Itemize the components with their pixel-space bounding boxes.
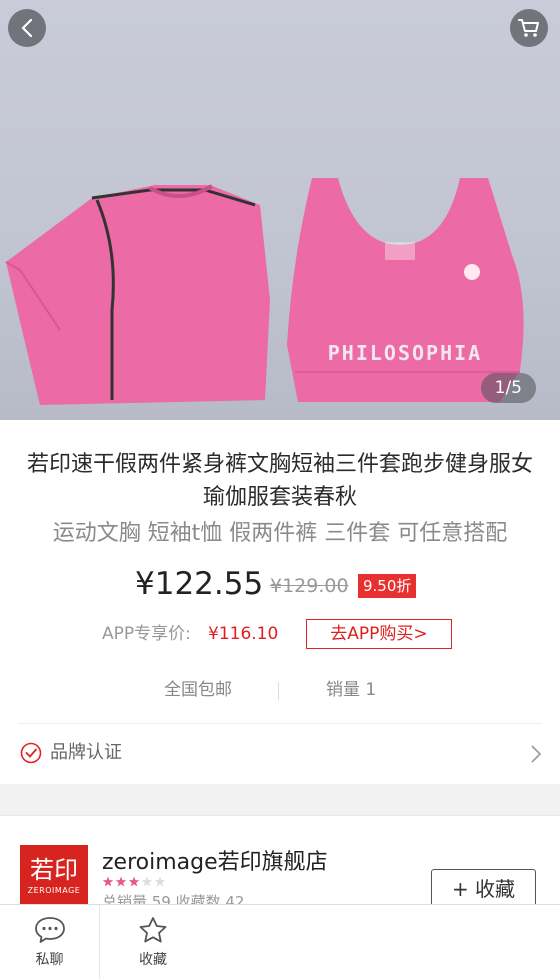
app-price-value: ¥116.10	[208, 624, 279, 644]
rating-star	[102, 876, 114, 887]
cart-icon	[518, 19, 539, 37]
shop-card[interactable]: 若印 ZEROIMAGE zeroimage若印旗舰店 总销量 59 收藏数 4…	[0, 816, 560, 916]
brand-certification-row[interactable]: 品牌认证	[0, 724, 560, 784]
back-button[interactable]	[8, 9, 46, 47]
bra-print-text: PHILOSOPHIA	[328, 341, 482, 365]
follow-shop-button[interactable]: + 收藏	[431, 869, 536, 909]
current-price: ¥122.55	[135, 566, 264, 602]
rating-star	[141, 876, 153, 887]
shop-logo-subtext: ZEROIMAGE	[27, 886, 81, 895]
shop-logo-text: 若印	[30, 856, 78, 884]
cart-button[interactable]	[510, 9, 548, 47]
shipping-info: 全国包邮	[164, 680, 232, 700]
section-gap	[0, 784, 560, 816]
app-price-label: APP专享价:	[102, 624, 191, 644]
check-circle-icon	[20, 742, 42, 764]
star-rating-icon	[102, 876, 166, 887]
rating-star	[115, 876, 127, 887]
shop-logo: 若印 ZEROIMAGE	[20, 845, 88, 913]
favorite-label: 收藏	[139, 952, 167, 968]
stats-divider	[278, 682, 279, 700]
open-app-button[interactable]: 去APP购买>	[306, 619, 452, 649]
product-subtitle: 运动文胸 短袖t恤 假两件裤 三件套 可任意搭配	[52, 521, 508, 546]
image-counter: 1/5	[480, 373, 536, 403]
product-title: 若印速干假两件紧身裤文胸短袖三件套跑步健身服女瑜伽服套装春秋	[26, 452, 533, 510]
rating-star	[128, 876, 140, 887]
shipping-sales-row: 全国包邮 销量 1	[0, 676, 560, 706]
discount-badge: 9.50折	[358, 574, 417, 598]
tshirt-graphic	[5, 184, 270, 405]
shop-name: zeroimage若印旗舰店	[102, 850, 328, 875]
price-row: ¥122.55 ¥129.00 9.50折	[0, 564, 560, 604]
product-photo: PHILOSOPHIA	[5, 178, 524, 405]
favorite-button[interactable]: 收藏	[101, 905, 205, 979]
chat-button[interactable]: 私聊	[0, 905, 100, 979]
chat-label: 私聊	[35, 952, 64, 968]
brand-cert-label: 品牌认证	[50, 742, 122, 763]
chat-bubble-icon	[34, 917, 65, 943]
shop-rating	[102, 876, 166, 888]
sales-count: 销量 1	[326, 680, 377, 700]
chevron-right-icon	[531, 745, 542, 763]
bottom-action-bar: 私聊 收藏	[0, 904, 560, 979]
product-detail-page: PHILOSOPHIA 1/5 若印速干假两件紧身裤文胸短袖三件套跑步健身服女瑜…	[0, 0, 560, 979]
original-price: ¥129.00	[270, 575, 349, 597]
chevron-left-icon	[21, 18, 33, 38]
app-price-row: APP专享价: ¥116.10 去APP购买>	[0, 618, 560, 650]
star-outline-icon	[139, 917, 167, 943]
product-image-carousel[interactable]: PHILOSOPHIA 1/5	[0, 0, 560, 420]
sports-bra-graphic: PHILOSOPHIA	[287, 178, 524, 402]
rating-star	[154, 876, 166, 887]
